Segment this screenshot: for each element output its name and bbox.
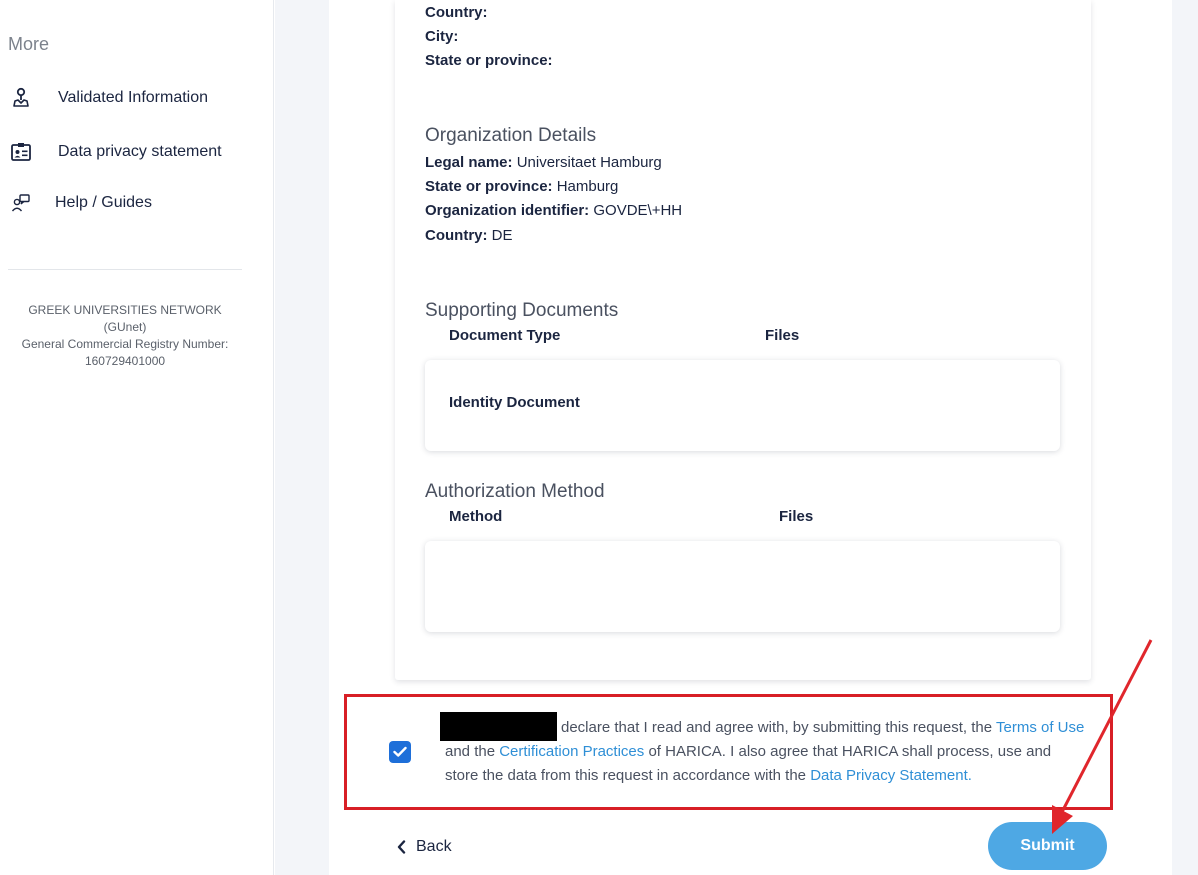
org-state: State or province: Hamburg — [425, 178, 619, 195]
org-name: GREEK UNIVERSITIES NETWORK — [28, 303, 222, 317]
document-type-cell: Identity Document — [449, 394, 580, 411]
sidebar-item-label: Help / Guides — [55, 194, 152, 211]
submit-button[interactable]: Submit — [988, 822, 1107, 870]
sidebar: More Validated Information Data privacy … — [0, 0, 274, 875]
sidebar-item-data-privacy-statement[interactable]: Data privacy statement — [10, 138, 222, 166]
column-header-method: Method — [449, 508, 503, 525]
org-country: Country: DE — [425, 227, 513, 244]
column-header-files: Files — [779, 508, 814, 525]
address-country: Country: — [425, 4, 488, 21]
badge-ribbon-icon — [10, 87, 32, 109]
help-desk-icon — [10, 192, 32, 214]
chevron-left-icon — [397, 840, 406, 854]
back-button[interactable]: Back — [397, 836, 452, 858]
checkmark-icon — [393, 746, 407, 757]
org-legal-name: Legal name: Universitaet Hamburg — [425, 154, 662, 171]
sidebar-item-help-guides[interactable]: Help / Guides — [10, 189, 152, 217]
authorization-method-title: Authorization Method — [425, 481, 605, 502]
redacted-name — [440, 712, 557, 741]
registry-label: General Commercial Registry Number: — [21, 337, 229, 351]
column-header-document-type: Document Type — [449, 327, 561, 344]
id-card-icon — [10, 141, 32, 163]
certification-practices-link[interactable]: Certification Practices — [499, 743, 644, 760]
registry-number: 160729401000 — [84, 354, 166, 368]
address-city: City: — [425, 28, 459, 45]
sidebar-item-validated-information[interactable]: Validated Information — [10, 84, 208, 112]
authorization-method-table — [425, 541, 1060, 632]
org-identifier: Organization identifier: GOVDE\+HH — [425, 202, 683, 219]
supporting-documents-title: Supporting Documents — [425, 300, 619, 321]
sidebar-divider — [8, 269, 242, 270]
back-button-label: Back — [416, 838, 452, 855]
organization-details-title: Organization Details — [425, 125, 597, 146]
sidebar-item-label: Validated Information — [58, 89, 209, 106]
address-state: State or province: — [425, 52, 553, 69]
agreement-checkbox[interactable] — [389, 741, 411, 763]
org-short-name: (GUnet) — [103, 320, 147, 334]
data-privacy-statement-link[interactable]: Data Privacy Statement. — [810, 767, 972, 784]
sidebar-section-title: More — [8, 34, 50, 54]
sidebar-item-label: Data privacy statement — [58, 143, 222, 160]
terms-of-use-link[interactable]: Terms of Use — [996, 719, 1084, 736]
footer-organization-info: GREEK UNIVERSITIES NETWORK (GUnet) Gener… — [0, 302, 250, 370]
column-header-files: Files — [765, 327, 800, 344]
